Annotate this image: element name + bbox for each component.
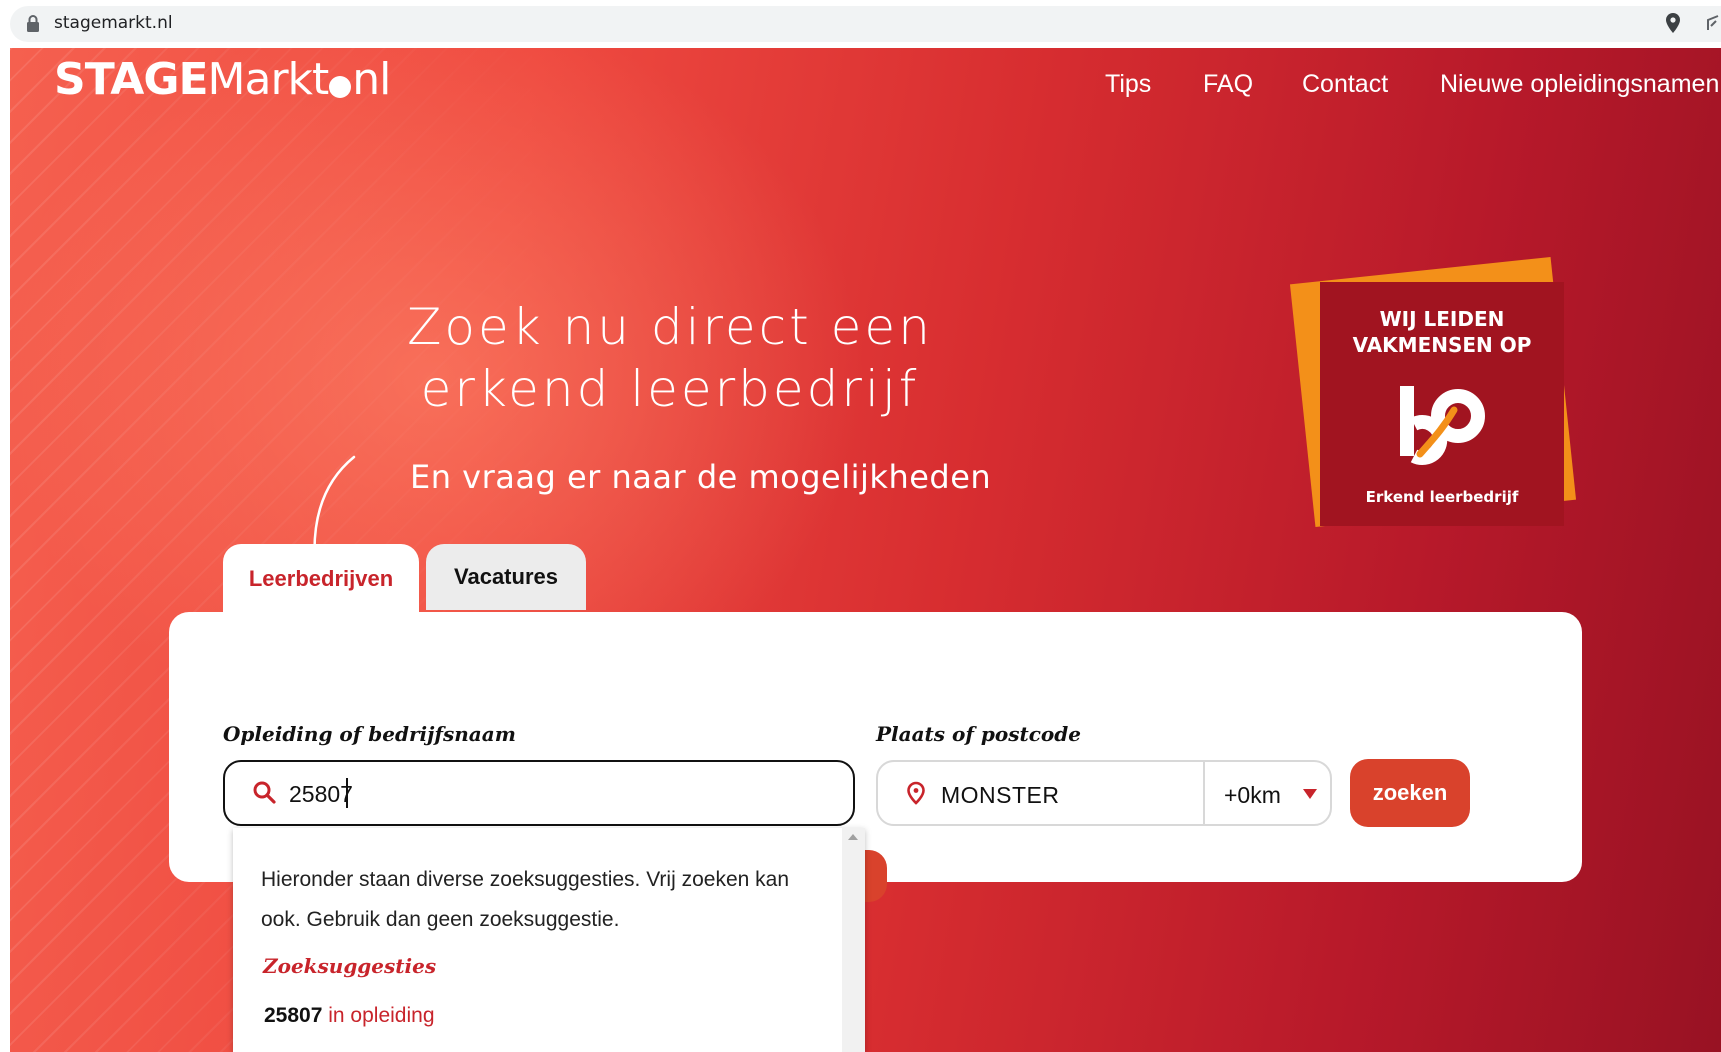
nav-faq[interactable]: FAQ	[1203, 70, 1253, 110]
logo-stage: STAGE	[54, 54, 209, 105]
nav-nieuwe-opleidingsnamen[interactable]: Nieuwe opleidingsnamen	[1440, 70, 1719, 110]
zoeken-button[interactable]: zoeken	[1350, 759, 1470, 827]
plaats-input[interactable]: MONSTER	[941, 782, 1060, 809]
suggestion-item[interactable]: 25807 in opleiding	[264, 1004, 435, 1028]
opleiding-input-value[interactable]: 25807	[289, 781, 353, 808]
hero-headline: Zoek nu direct een erkend leerbedrijf	[360, 296, 980, 420]
badge-footer: Erkend leerbedrijf	[1365, 488, 1519, 506]
nav-tips[interactable]: Tips	[1105, 70, 1151, 110]
suggestions-heading: Zoeksuggesties	[263, 954, 437, 978]
url-field[interactable]	[10, 6, 1721, 42]
browser-address-bar: stagemarkt.nl	[0, 0, 1721, 48]
headline-line-2: erkend leerbedrijf	[420, 360, 920, 418]
dropdown-scrollbar[interactable]	[842, 828, 865, 1052]
tab-leerbedrijven[interactable]: Leerbedrijven	[223, 544, 419, 614]
badge-title: WIJ LEIDEN VAKMENSEN OP	[1320, 306, 1564, 358]
tab-vacatures[interactable]: Vacatures	[426, 544, 586, 610]
logo-nl: nl	[352, 54, 391, 105]
radius-select[interactable]: +0km	[1224, 782, 1281, 809]
opleiding-label: Opleiding of bedrijfsnaam	[223, 722, 516, 746]
headline-line-1: Zoek nu direct een	[407, 298, 933, 356]
suggestion-suffix: in opleiding	[328, 1004, 435, 1027]
location-pin-icon[interactable]	[1665, 13, 1681, 33]
badge-title-line-1: WIJ LEIDEN	[1379, 307, 1505, 331]
suggestion-code: 25807	[264, 1004, 323, 1027]
hero-subline: En vraag er naar de mogelijkheden	[410, 458, 992, 496]
radius-divider	[1203, 762, 1205, 824]
scroll-up-arrow-icon[interactable]	[847, 832, 859, 842]
plaats-label: Plaats of postcode	[876, 722, 1081, 746]
extension-icon[interactable]	[1706, 14, 1721, 32]
lock-icon	[27, 15, 39, 32]
logo-dot-icon	[329, 76, 352, 98]
text-caret	[346, 778, 348, 808]
dropdown-arrow-icon[interactable]	[1302, 788, 1318, 800]
nav-contact[interactable]: Contact	[1302, 70, 1388, 110]
badge-title-line-2: VAKMENSEN OP	[1352, 333, 1532, 357]
erkend-leerbedrijf-badge: WIJ LEIDEN VAKMENSEN OP Erkend leerbedri…	[1320, 282, 1564, 526]
search-icon	[253, 781, 276, 804]
stagemarkt-logo[interactable]: STAGEMarkt nl	[54, 54, 391, 105]
url-text[interactable]: stagemarkt.nl	[54, 13, 173, 33]
location-marker-icon	[907, 781, 925, 805]
suggestions-intro: Hieronder staan diverse zoeksuggesties. …	[261, 868, 790, 931]
sbb-logo-icon	[1400, 386, 1485, 465]
logo-markt: Markt	[207, 54, 330, 105]
